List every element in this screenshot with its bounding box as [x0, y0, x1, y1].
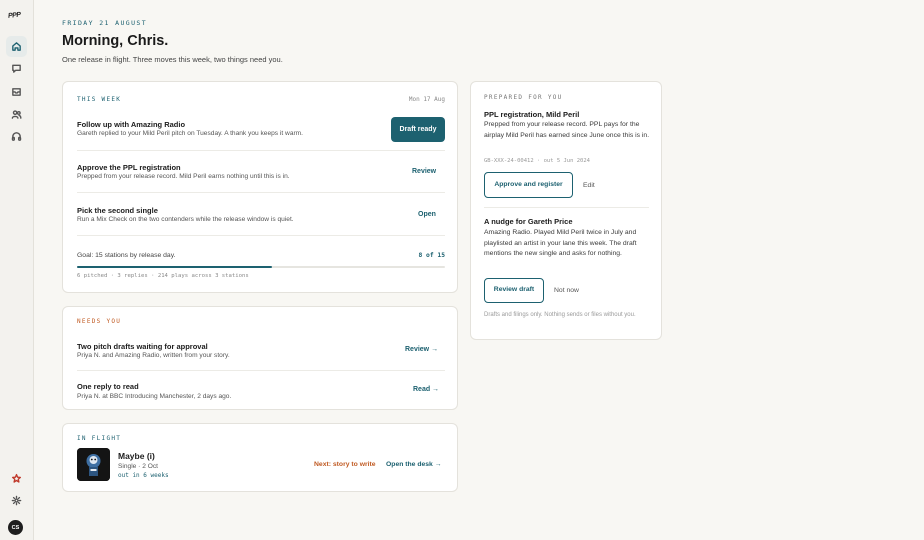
divider: [484, 207, 649, 208]
draft-ready-button[interactable]: Draft ready: [391, 117, 445, 142]
chat-bubble-icon: [12, 64, 21, 73]
this-week-card: THIS WEEK Mon 17 Aug Follow up with Amaz…: [62, 81, 458, 293]
date-label: FRIDAY 21 AUGUST: [62, 19, 148, 27]
sidebar: PPP CS: [0, 0, 34, 540]
gear-icon: [11, 495, 22, 506]
open-desk-link[interactable]: Open the desk →: [386, 461, 442, 468]
open-mix-check-link[interactable]: Open: [418, 211, 436, 218]
divider: [77, 370, 445, 371]
approve-register-button[interactable]: Approve and register: [484, 172, 573, 198]
nav-settings[interactable]: [6, 490, 27, 511]
prepared-card: PREPARED FOR YOU PPL registration, Mild …: [470, 81, 662, 340]
goal-progress-fill: [77, 266, 273, 268]
nav-favorites[interactable]: [6, 468, 27, 489]
review-draft-button[interactable]: Review draft: [484, 278, 544, 303]
prepared-label: PREPARED FOR YOU: [484, 94, 563, 101]
task-subtitle: Run a Mix Check on the two contenders wh…: [77, 216, 294, 223]
release-meta: Single · 2 Oct: [118, 463, 158, 470]
needs-subtitle: Priya N. at BBC Introducing Manchester, …: [77, 393, 232, 400]
review-ppl-link[interactable]: Review: [412, 168, 436, 175]
prepared-code: GB-XXX-24-00412 · out 5 Jun 2024: [484, 158, 590, 164]
home-icon: [12, 42, 21, 51]
in-flight-label: IN FLIGHT: [77, 435, 122, 442]
nav-messages[interactable]: [6, 58, 27, 79]
nav-inbox[interactable]: [6, 81, 27, 102]
album-cover-icon[interactable]: [77, 448, 110, 481]
nav-home[interactable]: [6, 36, 27, 57]
task-title: Follow up with Amazing Radio: [77, 120, 186, 129]
page-title: Morning, Chris.: [62, 33, 169, 49]
star-icon: [11, 473, 22, 483]
goal-count: 8 of 15: [418, 252, 445, 259]
this-week-label: THIS WEEK: [77, 96, 122, 103]
page-subtitle: One release in flight. Three moves this …: [62, 55, 283, 64]
goal-stats: 6 pitched · 3 replies · 214 plays across…: [77, 273, 249, 279]
app-logo[interactable]: PPP: [8, 10, 27, 21]
user-avatar[interactable]: CS: [8, 520, 23, 535]
task-title: Pick the second single: [77, 206, 158, 215]
needs-title: One reply to read: [77, 382, 139, 391]
goal-progress-bar: [77, 266, 445, 268]
needs-subtitle: Priya N. and Amazing Radio, written from…: [77, 352, 230, 359]
prepared-footnote: Drafts and filings only. Nothing sends o…: [484, 312, 636, 318]
inbox-icon: [12, 88, 21, 96]
next-step-text: Next: story to write: [314, 461, 376, 468]
needs-you-card: NEEDS YOU Two pitch drafts waiting for a…: [62, 306, 458, 410]
task-subtitle: Prepped from your release record. Mild P…: [77, 173, 290, 180]
divider: [77, 235, 445, 236]
review-drafts-link[interactable]: Review →: [405, 346, 438, 353]
release-title[interactable]: Maybe (i): [118, 451, 155, 461]
goal-text: Goal: 15 stations by release day.: [77, 252, 176, 259]
needs-title: Two pitch drafts waiting for approval: [77, 342, 208, 351]
week-date: Mon 17 Aug: [408, 96, 445, 103]
prepared-title: PPL registration, Mild Peril: [484, 110, 580, 119]
divider: [77, 150, 445, 151]
nav-people[interactable]: [6, 104, 27, 125]
prepared-body: Amazing Radio. Played Mild Peril twice i…: [484, 229, 637, 257]
nav-support[interactable]: [6, 126, 27, 147]
task-subtitle: Gareth replied to your Mild Peril pitch …: [77, 130, 304, 137]
prepared-title: A nudge for Gareth Price: [484, 217, 573, 226]
task-title: Approve the PPL registration: [77, 163, 181, 172]
divider: [77, 192, 445, 193]
release-countdown: out in 6 weeks: [118, 472, 169, 479]
edit-button[interactable]: Edit: [583, 182, 595, 189]
read-reply-link[interactable]: Read →: [413, 386, 439, 393]
not-now-button[interactable]: Not now: [554, 287, 579, 294]
headphones-icon: [11, 132, 22, 141]
prepared-body: Prepped from your release record. PPL pa…: [484, 121, 650, 139]
needs-you-label: NEEDS YOU: [77, 318, 122, 325]
people-icon: [11, 110, 22, 119]
